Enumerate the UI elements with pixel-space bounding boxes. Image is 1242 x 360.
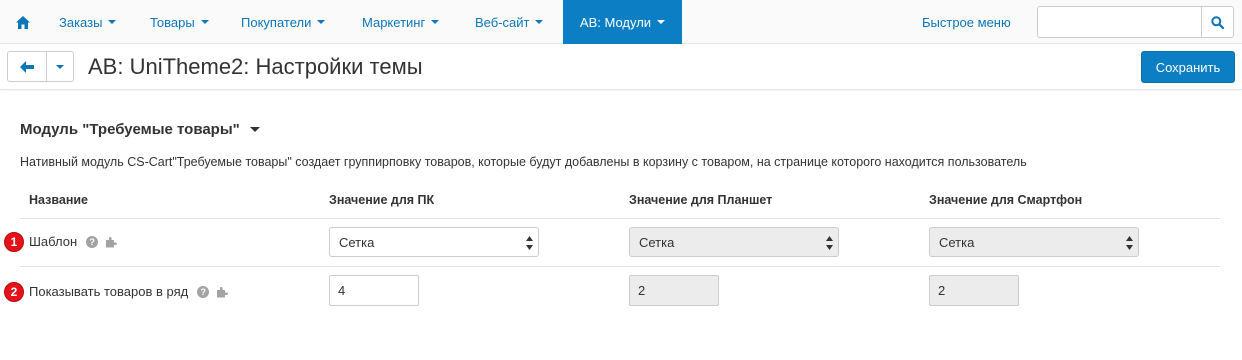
search-input[interactable]: [1037, 6, 1234, 38]
help-icon[interactable]: ?: [86, 235, 99, 248]
chevron-down-icon: [431, 20, 440, 24]
puzzle-icon: [217, 286, 229, 297]
search-button[interactable]: [1201, 7, 1233, 37]
history-dropdown-button[interactable]: [46, 51, 74, 82]
page-title: AB: UniTheme2: Настройки темы: [88, 54, 423, 79]
chevron-down-icon: [249, 127, 260, 132]
setting-label-items-per-row: Показывать товаров в ряд: [29, 284, 189, 299]
table-row-label: Показывать товаров в ряд ?: [29, 284, 229, 299]
nav-customers-label: Покупатели: [241, 14, 312, 30]
callout-badge: 2: [4, 282, 24, 302]
chevron-down-icon: [317, 20, 326, 24]
nav-ab-modules-label: AB: Модули: [579, 14, 652, 30]
select-arrows-icon: [1126, 236, 1133, 250]
nav-website[interactable]: Веб-сайт: [475, 0, 544, 44]
table-row-label: Шаблон ?: [29, 234, 118, 249]
chevron-down-icon: [200, 20, 209, 24]
section-title: Модуль "Требуемые товары": [20, 121, 240, 138]
select-arrows-icon: [826, 236, 833, 250]
column-header-tablet: Значение для Планшет: [629, 193, 773, 207]
back-button[interactable]: [7, 51, 47, 82]
divider: [20, 218, 1220, 219]
nav-marketing-label: Маркетинг: [362, 14, 426, 30]
column-header-pc: Значение для ПК: [329, 193, 435, 207]
nav-website-label: Веб-сайт: [475, 14, 530, 30]
items-per-row-input-tablet[interactable]: 2: [629, 275, 719, 306]
nav-marketing[interactable]: Маркетинг: [362, 0, 440, 44]
search-icon: [1211, 15, 1224, 29]
chevron-down-icon: [535, 20, 544, 24]
select-value: Сетка: [639, 234, 675, 250]
nav-products-label: Товары: [150, 14, 195, 30]
top-navigation: Заказы Товары Покупатели Маркетинг Веб-с…: [0, 0, 1242, 44]
nav-orders-label: Заказы: [59, 14, 103, 30]
home-icon[interactable]: [8, 0, 38, 44]
nav-orders[interactable]: Заказы: [59, 0, 117, 44]
arrow-left-icon: [20, 60, 34, 73]
puzzle-icon: [106, 236, 118, 247]
items-per-row-input-phone[interactable]: 2: [929, 275, 1019, 306]
nav-products[interactable]: Товары: [150, 0, 209, 44]
template-select-tablet[interactable]: Сетка: [629, 227, 839, 257]
select-arrows-icon: [526, 236, 533, 250]
quick-menu-link[interactable]: Быстрое меню: [922, 0, 1011, 44]
template-select-pc[interactable]: Сетка: [329, 227, 539, 257]
select-value: Сетка: [939, 234, 975, 250]
nav-customers[interactable]: Покупатели: [241, 0, 326, 44]
nav-ab-modules[interactable]: AB: Модули: [563, 0, 682, 44]
page-toolbar: AB: UniTheme2: Настройки темы Сохранить: [0, 44, 1242, 90]
setting-label-template: Шаблон: [29, 234, 78, 249]
chevron-down-icon: [657, 20, 666, 24]
callout-badge: 1: [4, 232, 24, 252]
chevron-down-icon: [108, 20, 117, 24]
chevron-down-icon: [56, 64, 64, 69]
divider: [20, 266, 1220, 267]
section-toggle[interactable]: Модуль "Требуемые товары": [20, 121, 260, 138]
save-button[interactable]: Сохранить: [1141, 51, 1235, 83]
column-header-phone: Значение для Смартфон: [929, 193, 1083, 207]
items-per-row-input-pc[interactable]: 4: [329, 275, 419, 306]
help-icon[interactable]: ?: [197, 285, 210, 298]
column-header-name: Название: [29, 193, 89, 207]
template-select-phone[interactable]: Сетка: [929, 227, 1139, 257]
section-description: Нативный модуль CS-Cart"Требуемые товары…: [20, 155, 1027, 169]
select-value: Сетка: [339, 234, 375, 250]
